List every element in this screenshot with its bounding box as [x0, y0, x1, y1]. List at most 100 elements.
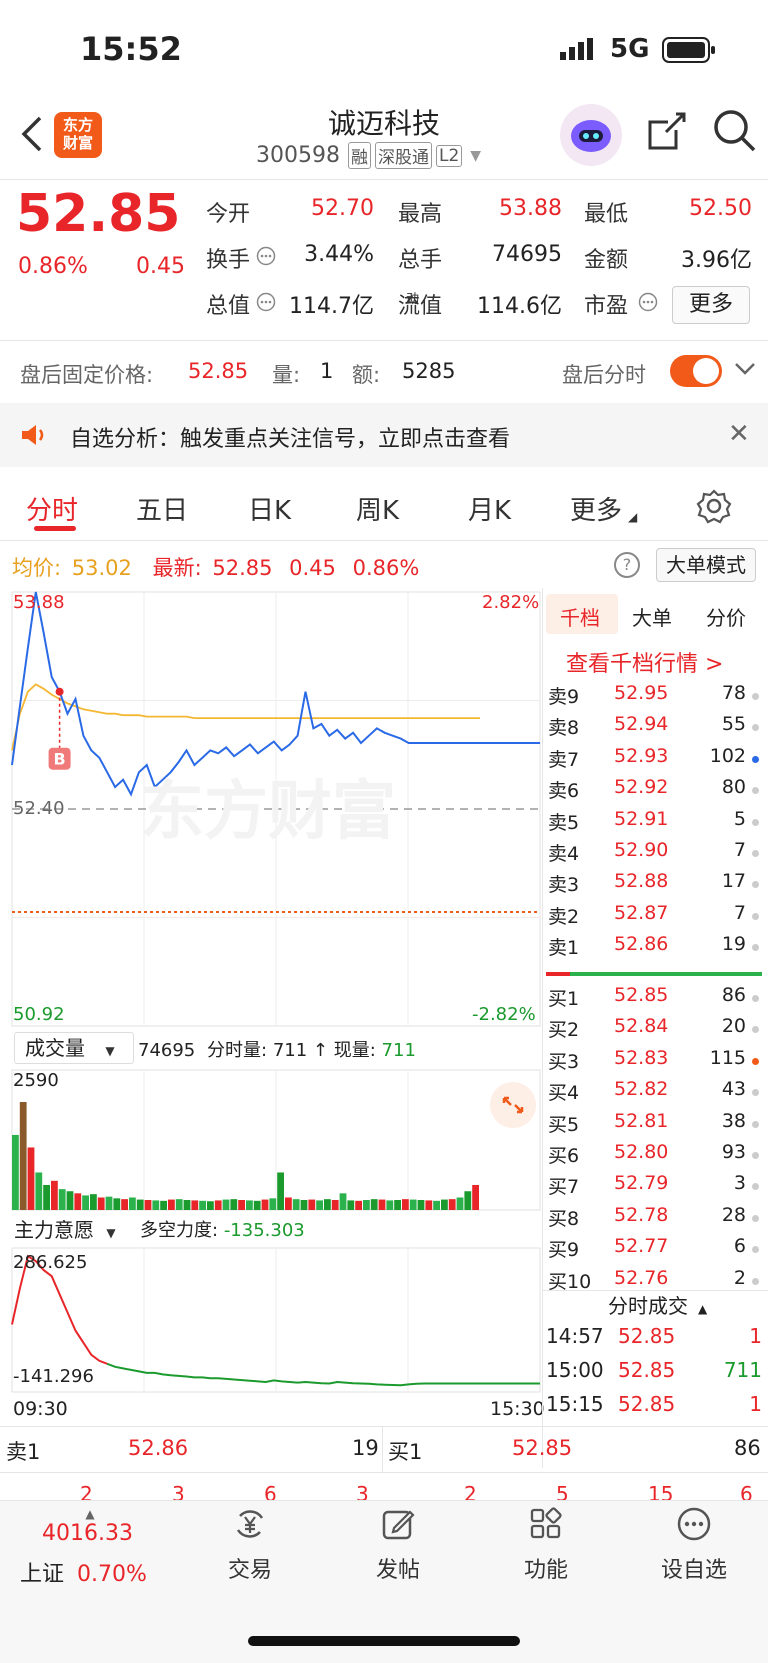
- index-value: 4016.33: [42, 1521, 133, 1546]
- after-hours-toggle-label: 盘后分时: [562, 363, 646, 387]
- order-book-row[interactable]: 买4 52.82 43: [544, 1078, 764, 1108]
- order-book-row[interactable]: 卖1 52.86 19: [544, 933, 764, 963]
- order-book-row[interactable]: 卖4 52.90 7: [544, 839, 764, 869]
- order-book-row[interactable]: 卖2 52.87 7: [544, 902, 764, 932]
- depth-ratio-bar: [546, 972, 762, 976]
- order-book-row[interactable]: 卖9 52.95 78: [544, 682, 764, 712]
- nav-features[interactable]: 功能: [486, 1506, 606, 1584]
- level-price: 52.95: [614, 682, 669, 704]
- volume-bar: [12, 1134, 19, 1210]
- volume-bar: [316, 1200, 323, 1210]
- nav-post[interactable]: 发帖: [338, 1506, 458, 1584]
- order-book-row[interactable]: 买3 52.83 115: [544, 1047, 764, 1077]
- order-book-row[interactable]: 买5 52.81 38: [544, 1110, 764, 1140]
- order-book-row[interactable]: 卖3 52.88 17: [544, 870, 764, 900]
- level-volume: 38: [721, 1109, 746, 1132]
- tag-margin: 融: [347, 142, 371, 169]
- order-book-row[interactable]: 卖7 52.93 102: [544, 745, 764, 775]
- tab-4[interactable]: 月K: [468, 490, 511, 527]
- level-price: 52.82: [614, 1078, 669, 1101]
- search-icon[interactable]: [712, 108, 758, 158]
- index-ticker[interactable]: ▲ 4016.33 上证 0.70%: [20, 1507, 160, 1588]
- level-volume: 102: [709, 744, 746, 767]
- stat-value: 74695: [492, 242, 562, 267]
- trade-time: 14:57: [546, 1324, 604, 1348]
- tab-1[interactable]: 五日: [136, 490, 188, 527]
- x-start-label: 09:30: [13, 1398, 68, 1420]
- settings-gear-icon[interactable]: [696, 488, 732, 528]
- y-high-label: 53.88: [13, 592, 65, 613]
- tab-big-order[interactable]: 大单: [632, 602, 672, 631]
- order-book-row[interactable]: 买2 52.84 20: [544, 1015, 764, 1045]
- robot-avatar-icon[interactable]: [560, 104, 622, 166]
- tab-2[interactable]: 日K: [248, 490, 291, 527]
- order-book-row[interactable]: 买8 52.78 28: [544, 1204, 764, 1234]
- level-volume: 93: [721, 1141, 746, 1163]
- share-icon[interactable]: [646, 110, 688, 156]
- stat-label: 市盈: [584, 294, 629, 319]
- big-order-mode-button[interactable]: 大单模式: [656, 548, 756, 582]
- view-depth-link[interactable]: 查看千档行情 >: [566, 646, 723, 678]
- help-icon[interactable]: ?: [614, 552, 640, 578]
- volume-bar: [183, 1199, 191, 1210]
- level-dot: [752, 755, 759, 763]
- stock-code-row[interactable]: 300598 融 深股通 L2 ▼: [256, 142, 481, 169]
- partial-right-value: 5: [556, 1482, 569, 1500]
- level-dot: [752, 944, 759, 952]
- level-volume: 78: [721, 682, 746, 704]
- volume-bar: [386, 1200, 394, 1210]
- tab-3[interactable]: 周K: [356, 490, 399, 527]
- order-book-row[interactable]: 卖8 52.94 55: [544, 713, 764, 743]
- nav-add-watchlist[interactable]: 设自选: [634, 1506, 754, 1584]
- volume-bar: [394, 1199, 401, 1210]
- after-hours-vol: 1: [320, 359, 334, 383]
- volume-bar: [97, 1197, 105, 1210]
- level-price: 52.81: [614, 1109, 669, 1132]
- volume-max-label: 2590: [13, 1070, 59, 1091]
- chevron-down-icon[interactable]: [734, 361, 756, 381]
- best-ask-label: 卖1: [6, 1440, 41, 1464]
- volume-bar: [339, 1193, 347, 1210]
- info-circle-icon[interactable]: [638, 292, 658, 316]
- info-circle-icon[interactable]: [256, 246, 276, 270]
- order-book-row[interactable]: 卖5 52.91 5: [544, 808, 764, 838]
- order-book-row[interactable]: 卖6 52.92 80: [544, 776, 764, 806]
- tab-0[interactable]: 分时: [26, 490, 78, 527]
- tab-thousand[interactable]: 千档: [560, 602, 600, 631]
- expand-icon[interactable]: [490, 1082, 536, 1128]
- volume-bar: [51, 1180, 58, 1210]
- info-circle-icon[interactable]: [256, 292, 276, 316]
- volume-bar: [292, 1199, 300, 1210]
- order-book-row[interactable]: 买1 52.85 86: [544, 984, 764, 1014]
- pre-close-label: 52.40: [13, 798, 65, 819]
- level-label: 卖2: [548, 905, 580, 928]
- capital-select[interactable]: 主力意愿 ▼: [14, 1214, 116, 1243]
- chevron-down-icon[interactable]: ▼: [470, 148, 481, 164]
- volume-bar: [472, 1184, 479, 1210]
- order-book-row[interactable]: 买7 52.79 3: [544, 1172, 764, 1202]
- close-icon[interactable]: ✕: [728, 419, 750, 449]
- tab-price-split[interactable]: 分价: [706, 602, 746, 631]
- stat-label: 最低: [584, 202, 629, 227]
- level-volume: 7: [733, 901, 746, 924]
- volume-bar: [129, 1197, 136, 1210]
- more-dots-icon: [677, 1507, 711, 1541]
- volume-select[interactable]: 成交量 ▼: [14, 1032, 134, 1064]
- more-button[interactable]: 更多: [672, 286, 750, 324]
- volume-bar: [363, 1199, 370, 1210]
- order-book-row[interactable]: 买9 52.77 6: [544, 1235, 764, 1265]
- level-dot: [752, 1026, 759, 1034]
- volume-bar: [269, 1198, 277, 1210]
- x-end-label: 15:30: [490, 1398, 545, 1420]
- notice-bar[interactable]: 自选分析：触发重点关注信号，立即点击查看 ✕: [0, 403, 768, 467]
- after-hours-toggle[interactable]: [670, 355, 722, 387]
- order-book-row[interactable]: 买6 52.80 93: [544, 1141, 764, 1171]
- chevron-down-icon: ▼: [105, 1044, 115, 1058]
- tab-5[interactable]: 更多: [570, 490, 622, 527]
- stat-label: 今开: [206, 202, 251, 227]
- volume-bar: [113, 1198, 121, 1210]
- level-label: 买1: [548, 988, 580, 1010]
- trades-title[interactable]: 分时成交 ▲: [608, 1290, 707, 1319]
- nav-trade[interactable]: 交易: [190, 1506, 310, 1584]
- level-price: 52.79: [614, 1172, 669, 1195]
